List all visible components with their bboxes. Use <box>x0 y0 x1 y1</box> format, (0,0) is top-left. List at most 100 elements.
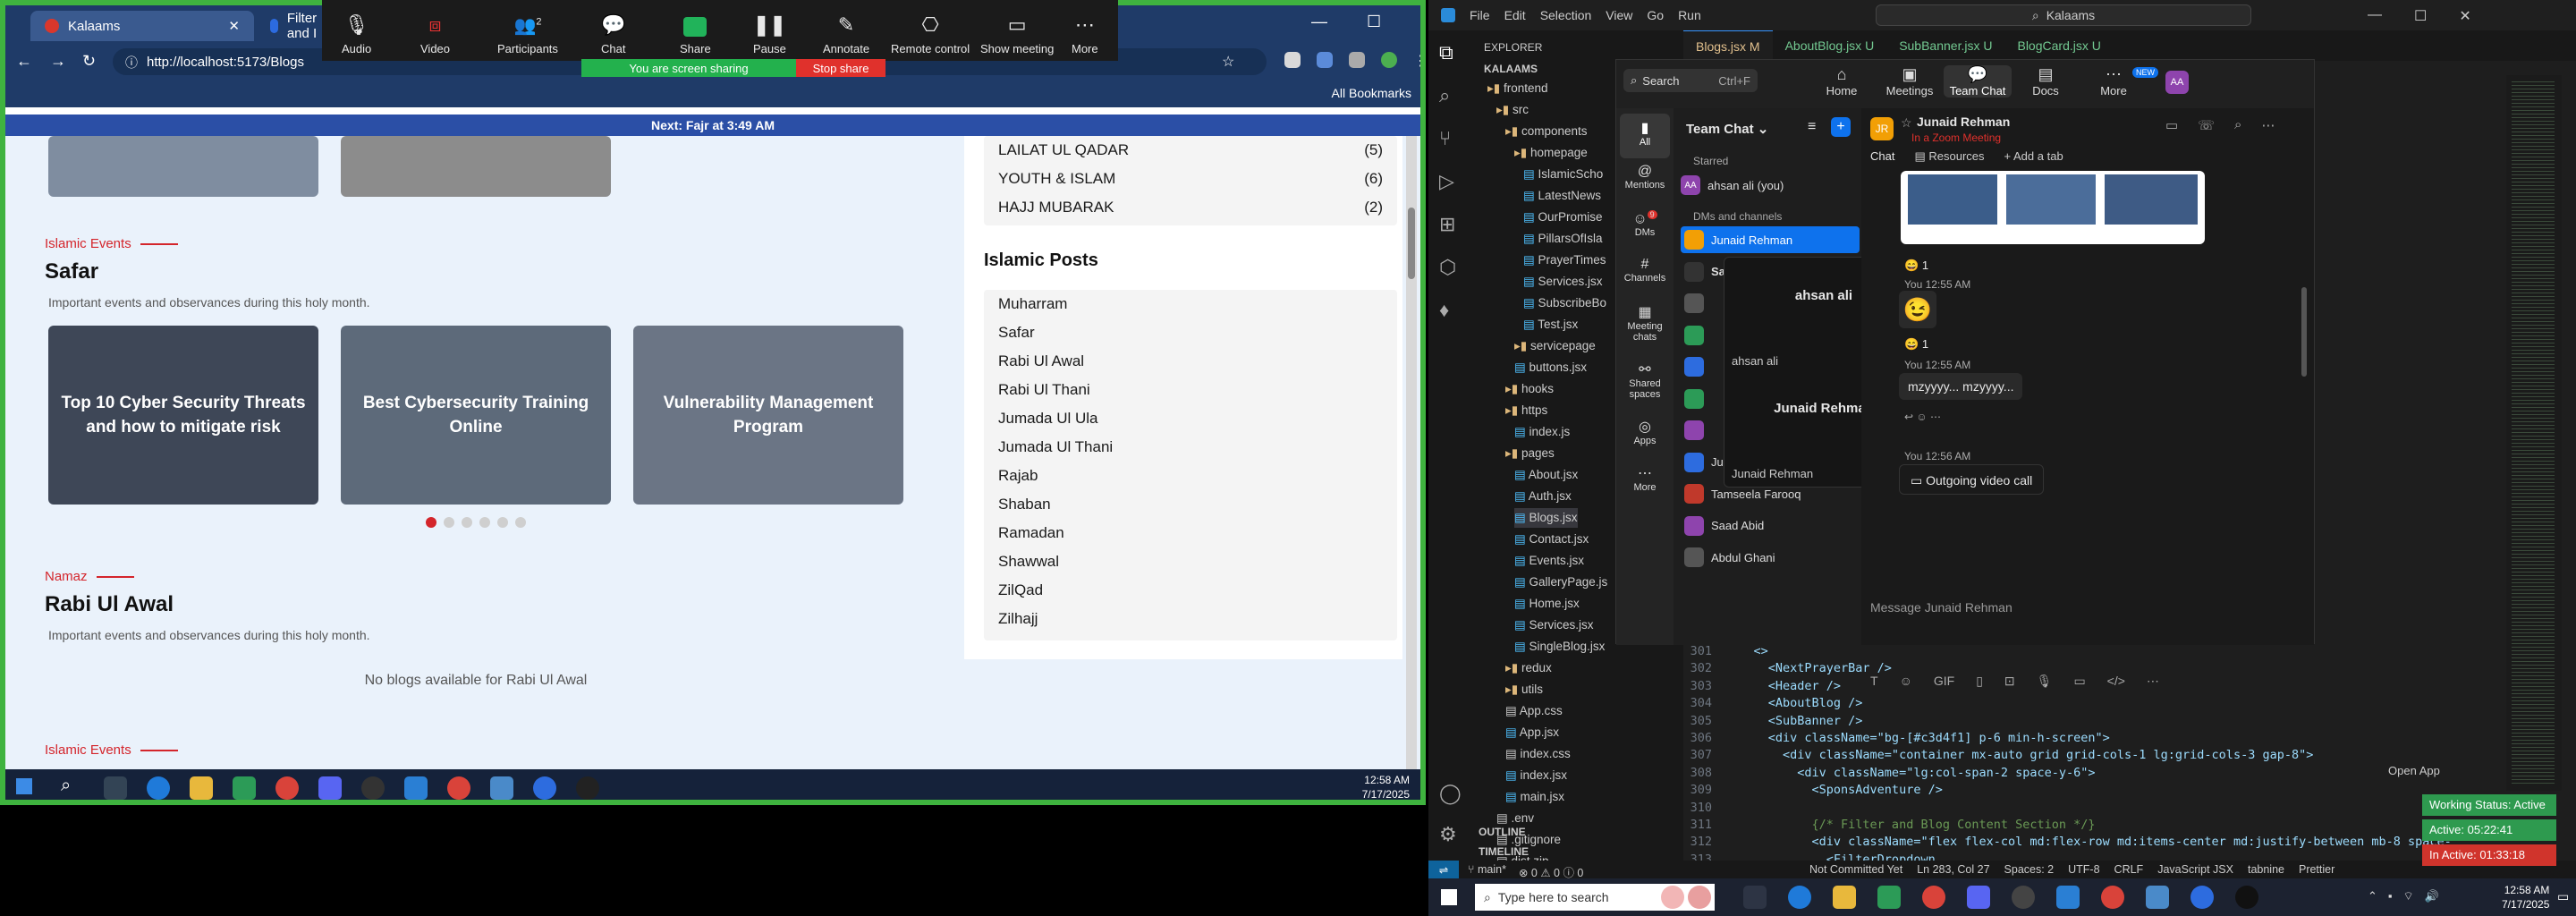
nav-meetings[interactable]: ▣ Meetings <box>1876 65 1944 98</box>
timeline-section[interactable]: TIMELINE <box>1479 842 1529 861</box>
cursor-position[interactable]: Ln 283, Col 27 <box>1917 863 1989 876</box>
settings-gear-icon[interactable]: ⚙ <box>1439 823 1457 846</box>
start-icon[interactable] <box>16 778 32 794</box>
folder-item[interactable]: ▸▮ redux <box>1505 658 1552 678</box>
format-text-icon[interactable]: T <box>1870 674 1878 689</box>
blog-card[interactable]: Vulnerability Management Program <box>633 326 903 505</box>
mongodb-icon[interactable]: ♦ <box>1439 299 1456 322</box>
chrome-icon[interactable] <box>1922 886 1945 909</box>
explorer-icon[interactable]: ⧉ <box>1439 41 1456 64</box>
post-link[interactable]: Muharram <box>998 290 1383 318</box>
zoom-icon[interactable] <box>2190 886 2214 909</box>
code-line[interactable]: 301 <> <box>1683 644 1768 661</box>
code-line[interactable]: 303 <Header /> <box>1683 679 1841 696</box>
code-line[interactable]: 307 <div className="container mx-auto gr… <box>1683 748 2314 765</box>
remote-indicator-icon[interactable]: ⇌ <box>1428 861 1459 878</box>
file-item[interactable]: ▤ Test.jsx <box>1523 315 1578 335</box>
post-link[interactable]: Rabi Ul Thani <box>998 376 1383 404</box>
file-item[interactable]: ▤ IslamicScho <box>1523 165 1603 184</box>
more-icon[interactable]: ⋯ <box>2147 674 2159 689</box>
menu-item[interactable]: Run <box>1678 8 1701 22</box>
menu-item[interactable]: Edit <box>1504 8 1526 22</box>
windows-start-icon[interactable] <box>1441 889 1457 905</box>
starred-header[interactable]: Starred <box>1693 155 1728 167</box>
language-mode[interactable]: JavaScript JSX <box>2157 863 2233 876</box>
code-line[interactable]: 311 {/* Filter and Blog Content Section … <box>1683 818 2096 835</box>
close-tab-icon[interactable]: ✕ <box>228 18 240 34</box>
post-link[interactable]: Shaban <box>998 490 1383 519</box>
contact-item[interactable]: Saad Abid <box>1681 513 1860 539</box>
task-view-icon[interactable] <box>104 776 127 800</box>
file-item[interactable]: ▤ index.jsx <box>1505 766 1567 785</box>
file-item[interactable]: ▤ Blogs.jsx <box>1514 508 1578 528</box>
prettier-status[interactable]: Prettier <box>2299 863 2334 876</box>
post-link[interactable]: Safar <box>998 318 1383 347</box>
app-icon[interactable] <box>576 776 599 800</box>
menu-item[interactable]: Go <box>1647 8 1664 22</box>
video-call-icon[interactable]: ▭ <box>2165 117 2178 133</box>
tab-chat[interactable]: Chat <box>1870 149 1894 164</box>
filter-icon[interactable]: ≡ <box>1808 119 1816 135</box>
search-icon[interactable]: ⌕ <box>61 776 71 796</box>
category-item[interactable]: YOUTH & ISLAM (6) <box>984 165 1397 193</box>
chrome-icon[interactable] <box>2101 886 2124 909</box>
contact-item[interactable]: Abdul Ghani <box>1681 544 1860 571</box>
editor-tab[interactable]: Blogs.jsx M <box>1683 30 1773 61</box>
more-button[interactable]: ⋯ More <box>1072 7 1098 55</box>
contact-item[interactable]: Junaid Rehman <box>1681 226 1860 253</box>
code-line[interactable]: 304 <AboutBlog /> <box>1683 696 1863 713</box>
minimize-icon[interactable]: — <box>2368 7 2382 25</box>
source-control-icon[interactable]: ⑂ <box>1439 127 1456 150</box>
file-item[interactable]: ▤ GalleryPage.js <box>1514 572 1607 592</box>
all-bookmarks-link[interactable]: All Bookmarks <box>1332 86 1411 100</box>
code-line[interactable]: 302 <NextPrayerBar /> <box>1683 661 1892 678</box>
site-info-icon[interactable]: ⓘ <box>125 54 138 72</box>
problems-status[interactable]: ⊗ 0 ⚠ 0 ⓘ 0 <box>1519 863 1583 878</box>
maximize-icon[interactable]: ☐ <box>2414 7 2427 25</box>
tray-app-icon[interactable]: ▪ <box>2388 889 2393 903</box>
file-item[interactable]: ▤ LatestNews <box>1523 186 1601 206</box>
code-line[interactable]: 310 <box>1683 801 1724 818</box>
call-card[interactable]: ▭ Outgoing video call <box>1899 464 2045 495</box>
code-line[interactable]: 312 <div className="flex flex-col md:fle… <box>1683 835 2452 852</box>
rail-mentions[interactable]: @ Mentions <box>1616 164 1674 210</box>
post-link[interactable]: Jumada Ul Thani <box>998 433 1383 462</box>
file-item[interactable]: ▤ index.css <box>1505 744 1571 764</box>
folder-item[interactable]: ▸▮ frontend <box>1487 79 1548 98</box>
run-debug-icon[interactable]: ▷ <box>1439 170 1456 193</box>
folder-item[interactable]: ▸▮ servicepage <box>1514 336 1596 356</box>
carousel-dot-active[interactable] <box>426 517 436 528</box>
minimize-icon[interactable]: — <box>1311 13 1327 31</box>
phone-icon[interactable]: ☏ <box>2198 117 2215 133</box>
branch-status[interactable]: ⑂ main* <box>1468 863 1506 878</box>
folder-item[interactable]: ▸▮ hooks <box>1505 379 1554 399</box>
extensions-puzzle-icon[interactable] <box>1349 52 1365 68</box>
carousel-dot[interactable] <box>479 517 490 528</box>
reaction-badge[interactable]: 😄 1 <box>1904 259 1928 273</box>
file-explorer-icon[interactable] <box>190 776 213 800</box>
file-icon[interactable]: ▯ <box>1976 674 1983 689</box>
dms-header[interactable]: DMs and channels <box>1693 210 1782 223</box>
screenshot-icon[interactable]: ⊡ <box>2004 674 2015 689</box>
back-icon[interactable]: ← <box>16 52 32 71</box>
rail-apps[interactable]: ◎ Apps <box>1616 418 1674 464</box>
gif-icon[interactable]: GIF <box>1934 674 1954 689</box>
app-icon[interactable] <box>1967 886 1990 909</box>
network-icon[interactable]: ⌔ <box>2403 889 2414 903</box>
team-chat-search[interactable]: ⌕ Search Ctrl+F <box>1623 69 1758 92</box>
pause-button[interactable]: ❚❚ Pause <box>753 7 786 55</box>
eol-status[interactable]: CRLF <box>2114 863 2144 876</box>
post-link[interactable]: Shawwal <box>998 547 1383 576</box>
editor-tab[interactable]: AboutBlog.jsx U <box>1773 30 1887 61</box>
editor-tab[interactable]: SubBanner.jsx U <box>1886 30 2004 61</box>
rail-meeting-chats[interactable]: ▦ Meeting chats <box>1616 303 1674 360</box>
rail-more[interactable]: ⋯ More <box>1616 464 1674 511</box>
git-blame-status[interactable]: Not Committed Yet <box>1809 863 1902 876</box>
code-icon[interactable]: </> <box>2107 674 2125 689</box>
nav-home[interactable]: ⌂ Home <box>1808 65 1876 98</box>
notifications-icon[interactable]: ▭ <box>2557 889 2569 904</box>
user-avatar[interactable]: AA <box>2165 71 2189 94</box>
show-meeting-button[interactable]: ▭ Show meeting <box>980 7 1054 55</box>
file-item[interactable]: ▤ main.jsx <box>1505 787 1564 807</box>
volume-icon[interactable]: 🔊 <box>2425 889 2439 903</box>
